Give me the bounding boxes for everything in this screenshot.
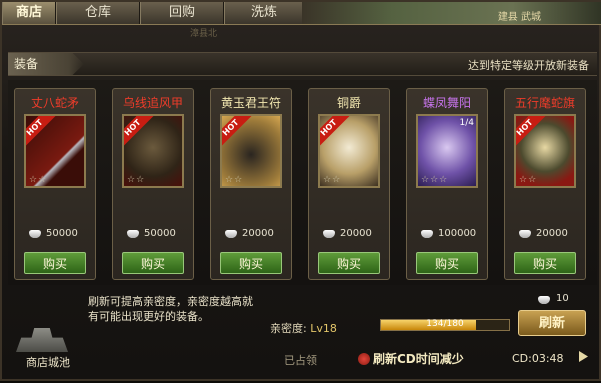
occupied-status: 已占领 bbox=[284, 354, 317, 367]
item-price: 50000 bbox=[144, 228, 176, 239]
buy-button[interactable]: 购买 bbox=[122, 252, 184, 274]
item-name: 铜爵 bbox=[336, 96, 361, 110]
hot-badge: HOT bbox=[26, 116, 56, 149]
category-note: 达到特定等级开放新装备 bbox=[468, 59, 589, 72]
shop-window: 商店 仓库 回购 洗炼 建县 武城 漳县北 装备 达到特定等级开放新装备 丈八蛇… bbox=[0, 0, 601, 381]
silver-ingot-icon bbox=[127, 230, 139, 238]
item-card[interactable]: 铜爵 HOT ☆☆ 20000 购买 bbox=[308, 88, 390, 280]
silver-ingot-icon bbox=[323, 230, 335, 238]
map-sublabel: 漳县北 bbox=[190, 29, 218, 39]
item-card[interactable]: 五行麾蛇旗 HOT ☆☆ 20000 购买 bbox=[504, 88, 586, 280]
hot-badge: HOT bbox=[320, 116, 350, 149]
castle-icon[interactable] bbox=[16, 328, 68, 352]
intimacy-progress-bar: 134/180 bbox=[380, 319, 510, 331]
star-rating: ☆☆ bbox=[127, 175, 146, 185]
star-rating: ☆☆ bbox=[323, 175, 342, 185]
item-card[interactable]: 蝶凤舞阳 1/4 ☆☆☆ 100000 购买 bbox=[406, 88, 488, 280]
buy-button[interactable]: 购买 bbox=[24, 252, 86, 274]
item-name: 黄玉君王符 bbox=[220, 96, 281, 110]
item-price: 100000 bbox=[438, 228, 477, 239]
silver-ingot-icon bbox=[29, 230, 41, 238]
item-price: 20000 bbox=[536, 228, 568, 239]
intimacy-label: 亲密度: Lv18 bbox=[270, 320, 337, 336]
hot-badge: HOT bbox=[124, 116, 154, 149]
refresh-cd-icon bbox=[358, 353, 370, 365]
silver-ingot-icon bbox=[538, 296, 550, 304]
item-name: 丈八蛇矛 bbox=[30, 96, 79, 110]
tab-refine[interactable]: 洗炼 bbox=[224, 2, 304, 24]
intimacy-level: Lv18 bbox=[310, 322, 337, 335]
refresh-cost-value: 10 bbox=[556, 293, 569, 304]
buy-button[interactable]: 购买 bbox=[514, 252, 576, 274]
hot-badge: HOT bbox=[222, 116, 252, 149]
intimacy-progress-text: 134/180 bbox=[426, 319, 464, 329]
refresh-button[interactable]: 刷新 bbox=[518, 310, 586, 336]
bottom-bar: 刷新可提高亲密度，亲密度越高就有可能出现更好的装备。 亲密度: Lv18 134… bbox=[2, 290, 601, 383]
intimacy-caption: 亲密度: bbox=[270, 322, 307, 335]
star-rating: ☆☆☆ bbox=[421, 175, 449, 185]
item-badge: 1/4 bbox=[459, 118, 474, 128]
category-bar: 装备 达到特定等级开放新装备 bbox=[8, 52, 597, 76]
tab-buyback[interactable]: 回购 bbox=[140, 2, 224, 24]
silver-ingot-icon bbox=[421, 230, 433, 238]
tab-shop[interactable]: 商店 bbox=[2, 2, 56, 24]
item-price: 20000 bbox=[242, 228, 274, 239]
hot-badge: HOT bbox=[516, 116, 546, 149]
item-card[interactable]: 黄玉君王符 HOT ☆☆ 20000 购买 bbox=[210, 88, 292, 280]
cd-reduce-button[interactable]: 刷新CD时间减少 bbox=[358, 350, 464, 367]
buy-button[interactable]: 购买 bbox=[220, 252, 282, 274]
tab-bar: 商店 仓库 回购 洗炼 建县 武城 bbox=[2, 2, 601, 25]
item-name: 乌线追风甲 bbox=[122, 96, 183, 110]
silver-ingot-icon bbox=[519, 230, 531, 238]
item-price: 20000 bbox=[340, 228, 372, 239]
star-rating: ☆☆ bbox=[519, 175, 538, 185]
refresh-tip: 刷新可提高亲密度，亲密度越高就有可能出现更好的装备。 bbox=[88, 295, 253, 323]
shop-city-label[interactable]: 商店城池 bbox=[26, 354, 70, 370]
tab-warehouse[interactable]: 仓库 bbox=[56, 2, 140, 24]
map-location-label: 建县 武城 bbox=[497, 12, 541, 23]
silver-ingot-icon bbox=[225, 230, 237, 238]
item-name: 五行麾蛇旗 bbox=[514, 96, 575, 110]
buy-button[interactable]: 购买 bbox=[416, 252, 478, 274]
item-name: 蝶凤舞阳 bbox=[422, 96, 471, 110]
cd-reduce-label: 刷新CD时间减少 bbox=[373, 352, 464, 366]
item-card[interactable]: 丈八蛇矛 HOT ☆☆ 50000 购买 bbox=[14, 88, 96, 280]
buy-button[interactable]: 购买 bbox=[318, 252, 380, 274]
star-rating: ☆☆ bbox=[29, 175, 48, 185]
item-price: 50000 bbox=[46, 228, 78, 239]
play-icon[interactable] bbox=[579, 351, 588, 362]
cd-timer: CD:03:48 bbox=[512, 352, 564, 365]
item-card[interactable]: 乌线追风甲 HOT ☆☆ 50000 购买 bbox=[112, 88, 194, 280]
item-panel: 丈八蛇矛 HOT ☆☆ 50000 购买 乌线追风甲 HOT ☆☆ 50000 购买 黄玉君王符 HO… bbox=[8, 80, 597, 285]
map-background: 建县 武城 bbox=[302, 2, 601, 24]
category-tab-equipment[interactable]: 装备 bbox=[8, 53, 84, 75]
star-rating: ☆☆ bbox=[225, 175, 244, 185]
